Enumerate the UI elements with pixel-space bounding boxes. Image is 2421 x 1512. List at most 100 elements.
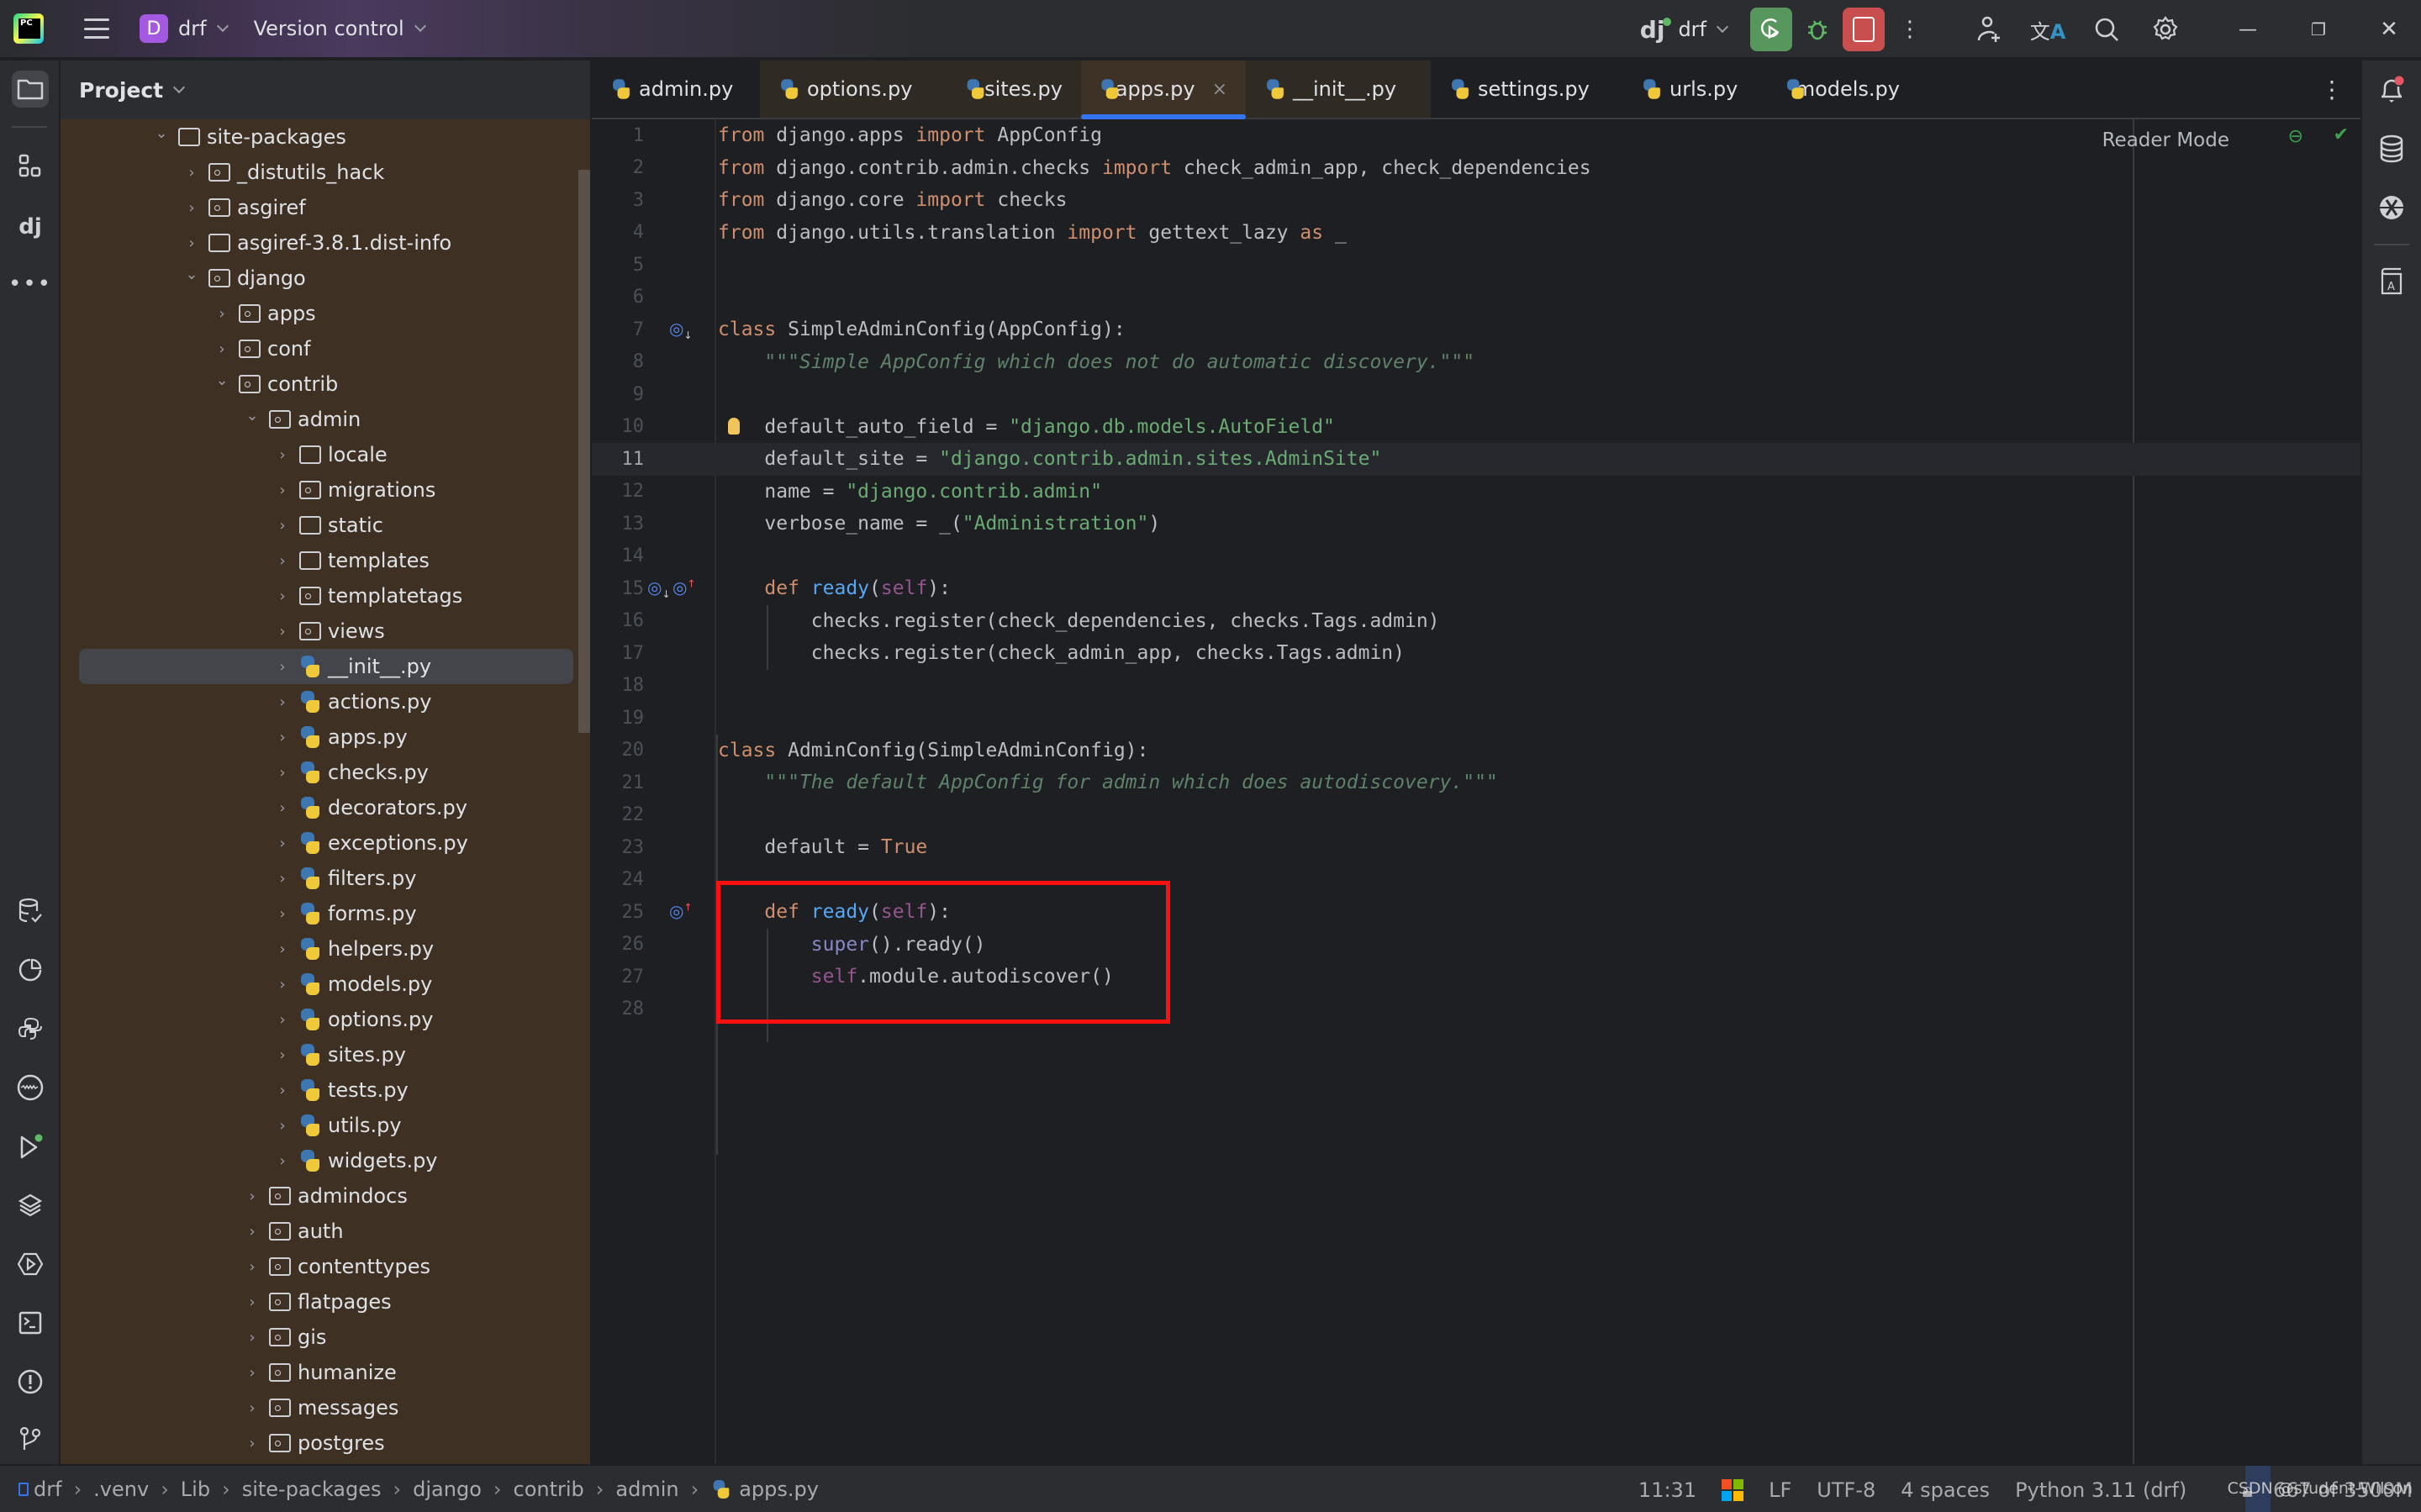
code-line[interactable]: 18 bbox=[592, 670, 2360, 703]
chevron-right-icon[interactable]: › bbox=[274, 905, 291, 923]
tree-item[interactable]: › exceptions.py bbox=[61, 825, 582, 861]
chevron-right-icon[interactable]: › bbox=[274, 693, 291, 711]
tree-item[interactable]: › gis bbox=[61, 1320, 582, 1355]
project-tree-scrollbar[interactable] bbox=[578, 170, 590, 733]
chevron-right-icon[interactable]: › bbox=[183, 164, 200, 182]
vcs-widget[interactable]: Version control bbox=[254, 0, 431, 58]
tab-settings-py[interactable]: settings.py bbox=[1431, 61, 1622, 118]
tree-item[interactable]: › messages bbox=[61, 1390, 582, 1425]
chevron-right-icon[interactable]: › bbox=[244, 1399, 261, 1417]
line-number[interactable]: 24 bbox=[592, 869, 645, 890]
tree-item[interactable]: › conf bbox=[61, 331, 582, 366]
tree-item[interactable]: › filters.py bbox=[61, 861, 582, 896]
tab-models-py[interactable]: models.py bbox=[1767, 61, 1918, 118]
line-number[interactable]: 4 bbox=[592, 222, 644, 243]
tree-item[interactable]: › apps bbox=[61, 296, 582, 331]
structure-tool-button[interactable] bbox=[12, 148, 49, 185]
line-number[interactable]: 20 bbox=[592, 740, 645, 761]
translate-button[interactable]: 文A bbox=[2029, 11, 2066, 48]
chevron-right-icon[interactable]: › bbox=[183, 199, 200, 217]
line-number[interactable]: 19 bbox=[592, 708, 645, 729]
tree-item[interactable]: ⌄ contrib bbox=[61, 366, 582, 402]
line-number[interactable]: 7 bbox=[592, 319, 644, 340]
chevron-right-icon[interactable]: › bbox=[244, 1364, 261, 1382]
chevron-down-icon[interactable]: ⌄ bbox=[153, 124, 170, 142]
hamburger-menu-icon[interactable] bbox=[84, 18, 109, 39]
tree-item[interactable]: ⌄ site-packages bbox=[61, 119, 582, 155]
terminal-tool-button[interactable] bbox=[12, 1304, 49, 1341]
line-number[interactable]: 1 bbox=[592, 125, 644, 146]
breadcrumb-item[interactable]: .venv bbox=[93, 1478, 149, 1501]
tree-item[interactable]: › admindocs bbox=[61, 1178, 582, 1214]
coverage-tool-button[interactable] bbox=[12, 951, 49, 988]
settings-button[interactable] bbox=[2147, 11, 2184, 48]
tree-item[interactable]: › postgres bbox=[61, 1425, 582, 1461]
code-editor[interactable]: Reader Mode ⊖ ✔ 1 from django.apps import… bbox=[592, 119, 2360, 1464]
breadcrumb-item[interactable]: apps.py bbox=[739, 1478, 819, 1501]
breadcrumb-item[interactable]: drf bbox=[34, 1478, 62, 1501]
line-number[interactable]: 5 bbox=[592, 255, 644, 276]
tree-item[interactable]: › models.py bbox=[61, 967, 582, 1002]
line-number[interactable]: 11 bbox=[592, 449, 645, 470]
line-number[interactable]: 10 bbox=[592, 416, 645, 437]
chevron-right-icon[interactable]: › bbox=[274, 976, 291, 993]
line-number[interactable]: 17 bbox=[592, 643, 645, 664]
tree-item[interactable]: › migrations bbox=[61, 472, 582, 508]
code-line[interactable]: 5 bbox=[592, 249, 2360, 282]
add-user-button[interactable] bbox=[1970, 11, 2007, 48]
tab-options-py[interactable]: options.py bbox=[760, 61, 947, 118]
tree-item[interactable]: › templatetags bbox=[61, 578, 582, 614]
database-tool-button[interactable] bbox=[2372, 129, 2411, 168]
line-number[interactable]: 8 bbox=[592, 351, 644, 372]
chevron-right-icon[interactable]: › bbox=[244, 1293, 261, 1311]
run-tool-button[interactable] bbox=[12, 1128, 49, 1165]
tree-item[interactable]: › helpers.py bbox=[61, 931, 582, 967]
line-number[interactable]: 22 bbox=[592, 804, 645, 825]
code-line[interactable]: 9 bbox=[592, 378, 2360, 411]
indent-setting[interactable]: 4 spaces bbox=[1901, 1478, 1990, 1502]
tree-item[interactable]: › forms.py bbox=[61, 896, 582, 931]
tree-item[interactable]: › auth bbox=[61, 1214, 582, 1249]
line-number[interactable]: 14 bbox=[592, 545, 645, 566]
chevron-right-icon[interactable]: › bbox=[274, 482, 291, 499]
tab-sites-py[interactable]: sites.py bbox=[947, 61, 1081, 118]
tree-item[interactable]: › apps.py bbox=[61, 719, 582, 755]
close-tab-icon[interactable]: × bbox=[1212, 79, 1227, 100]
line-number[interactable]: 6 bbox=[592, 287, 644, 308]
tree-item[interactable]: › actions.py bbox=[61, 684, 582, 719]
code-line[interactable]: 10 default_auto_field = "django.db.model… bbox=[592, 411, 2360, 444]
chevron-right-icon[interactable]: › bbox=[244, 1188, 261, 1205]
documentation-tool-button[interactable]: A bbox=[2372, 262, 2411, 301]
line-number[interactable]: 18 bbox=[592, 675, 645, 696]
chevron-right-icon[interactable]: › bbox=[274, 764, 291, 782]
chevron-right-icon[interactable]: › bbox=[274, 587, 291, 605]
tree-item[interactable]: › static bbox=[61, 508, 582, 543]
chevron-right-icon[interactable]: › bbox=[274, 1152, 291, 1170]
chevron-right-icon[interactable]: › bbox=[244, 1329, 261, 1346]
line-number[interactable]: 13 bbox=[592, 514, 645, 535]
tab-urls-py[interactable]: urls.py bbox=[1622, 61, 1767, 118]
line-number[interactable]: 2 bbox=[592, 157, 644, 178]
line-number[interactable]: 15 bbox=[592, 578, 645, 599]
tab-admin-py[interactable]: admin.py bbox=[592, 61, 760, 118]
overrides-icon[interactable]: ◎↑ bbox=[669, 901, 693, 921]
chevron-right-icon[interactable]: › bbox=[274, 623, 291, 640]
restore-button[interactable]: ❐ bbox=[2300, 11, 2337, 48]
line-separator[interactable]: LF bbox=[1769, 1478, 1791, 1502]
chevron-right-icon[interactable]: › bbox=[214, 305, 230, 323]
chevron-right-icon[interactable]: › bbox=[274, 1046, 291, 1064]
code-line[interactable]: 14 bbox=[592, 540, 2360, 573]
sciview-tool-button[interactable] bbox=[2372, 188, 2411, 227]
code-line[interactable]: 1 from django.apps import AppConfig bbox=[592, 119, 2360, 152]
line-number[interactable]: 3 bbox=[592, 190, 644, 211]
chevron-right-icon[interactable]: › bbox=[274, 940, 291, 958]
debug-button[interactable] bbox=[1799, 11, 1836, 48]
tree-item[interactable]: › checks.py bbox=[61, 755, 582, 790]
breadcrumb-item[interactable]: Lib bbox=[181, 1478, 210, 1501]
code-line[interactable]: 11 default_site = "django.contrib.admin.… bbox=[592, 443, 2360, 476]
code-line[interactable]: 21 """The default AppConfig for admin wh… bbox=[592, 767, 2360, 799]
tree-item[interactable]: › asgiref-3.8.1.dist-info bbox=[61, 225, 582, 261]
chevron-down-icon[interactable]: ⌄ bbox=[183, 266, 200, 283]
git-tool-button[interactable] bbox=[12, 1420, 49, 1457]
minimize-button[interactable]: — bbox=[2229, 11, 2266, 48]
